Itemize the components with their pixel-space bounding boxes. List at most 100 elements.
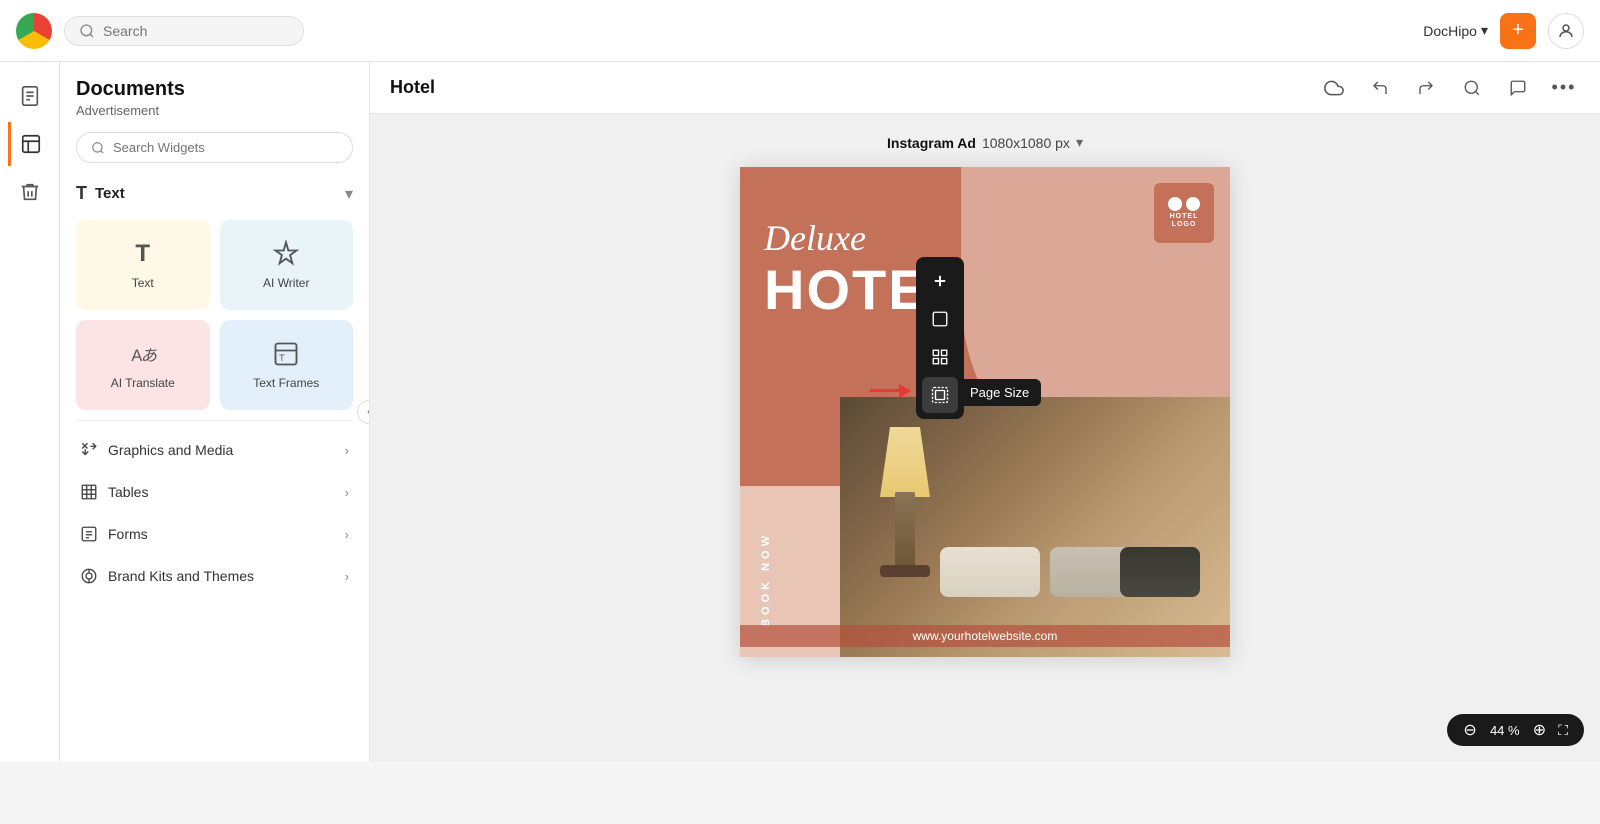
redo-button[interactable] <box>1410 72 1442 104</box>
sidebar-item-templates[interactable] <box>8 122 52 166</box>
top-bar: DocHipo ▾ + <box>0 0 1600 62</box>
page-size-tooltip: Page Size <box>958 379 1041 406</box>
undo-button[interactable] <box>1364 72 1396 104</box>
ai-translate-icon: Aあ <box>129 340 157 368</box>
tables-chevron: › <box>345 485 349 500</box>
frame-icon <box>931 310 949 328</box>
graphics-media-icon <box>80 441 98 459</box>
global-search-bar[interactable] <box>64 16 304 46</box>
hotel-logo: HOTELLOGO <box>1154 183 1214 243</box>
panel-subtitle: Advertisement <box>76 103 353 118</box>
user-icon <box>1557 22 1575 40</box>
trash-icon <box>19 181 41 203</box>
search-widgets-input[interactable] <box>113 140 313 155</box>
design-canvas-wrapper: HOTELLOGO Deluxe HOTEL <box>740 167 1230 657</box>
lamp-foot <box>880 565 930 577</box>
ft-frame-button[interactable] <box>922 301 958 337</box>
sidebar-item-trash[interactable] <box>8 170 52 214</box>
cloud-icon <box>1324 78 1344 98</box>
divider-1 <box>76 420 353 421</box>
bedroom-overlay <box>840 397 1230 657</box>
widget-ai-writer[interactable]: AI Writer <box>220 220 354 310</box>
search-widgets-icon <box>91 141 105 155</box>
ai-writer-label: AI Writer <box>263 276 309 290</box>
widget-ai-translate[interactable]: Aあ AI Translate <box>76 320 210 410</box>
zoom-level: 44 % <box>1485 723 1525 738</box>
pillow-1 <box>940 547 1040 597</box>
lamp-base <box>895 492 915 572</box>
pillow-3 <box>1120 547 1200 597</box>
text-section-header[interactable]: T Text ▾ <box>76 177 353 210</box>
fullscreen-button[interactable]: ⛶ <box>1554 722 1572 739</box>
logo-circle-2 <box>1186 197 1200 211</box>
menu-forms[interactable]: Forms › <box>76 513 353 555</box>
dochipo-menu[interactable]: DocHipo ▾ <box>1423 22 1488 39</box>
redo-icon <box>1417 79 1435 97</box>
global-search-input[interactable] <box>103 23 283 39</box>
zoom-out-button[interactable]: ⊖ <box>1459 720 1480 740</box>
graphics-media-chevron: › <box>345 443 349 458</box>
hotel-logo-text: HOTELLOGO <box>1170 213 1199 230</box>
ft-grid-button[interactable] <box>922 339 958 375</box>
arrow-indicator <box>870 389 910 392</box>
menu-graphics-media[interactable]: Graphics and Media › <box>76 429 353 471</box>
user-profile-button[interactable] <box>1548 13 1584 49</box>
document-icon <box>19 85 41 107</box>
forms-label: Forms <box>108 526 148 542</box>
forms-chevron: › <box>345 527 349 542</box>
main-layout: ‹ Documents Advertisement T Text ▾ T Tex… <box>0 62 1600 762</box>
brand-kits-icon <box>80 567 98 585</box>
text-section-label: Text <box>95 185 125 202</box>
website-url: www.yourhotelwebsite.com <box>740 625 1230 647</box>
undo-icon <box>1371 79 1389 97</box>
menu-tables[interactable]: Tables › <box>76 471 353 513</box>
zoom-in-button[interactable]: ⊕ <box>1529 720 1550 740</box>
lamp-shade <box>880 427 930 497</box>
text-section-T-icon: T <box>76 183 87 204</box>
more-options-button[interactable]: ••• <box>1548 72 1580 104</box>
bedroom-image <box>840 397 1230 657</box>
ai-writer-icon <box>272 240 300 268</box>
page-size-chevron: ▾ <box>1076 134 1083 151</box>
canvas-toolbar-right: ••• <box>1318 72 1580 104</box>
canvas-content: Instagram Ad 1080x1080 px ▾ <box>370 114 1600 762</box>
panel-title: Documents <box>76 78 353 101</box>
comments-button[interactable] <box>1502 72 1534 104</box>
search-widgets-bar[interactable] <box>76 132 353 163</box>
add-button[interactable]: + <box>1500 13 1536 49</box>
panel-collapse-button[interactable]: ‹ <box>357 400 370 424</box>
sidebar-item-new-doc[interactable] <box>8 74 52 118</box>
page-size-label: Instagram Ad <box>887 135 976 151</box>
menu-brand-kits[interactable]: Brand Kits and Themes › <box>76 555 353 597</box>
brand-kits-chevron: › <box>345 569 349 584</box>
tooltip-text: Page Size <box>970 385 1029 400</box>
canvas-area: Hotel ••• <box>370 62 1600 762</box>
cloud-save-button[interactable] <box>1318 72 1350 104</box>
widget-text[interactable]: T Text <box>76 220 210 310</box>
deluxe-heading: Deluxe <box>764 217 866 259</box>
search-canvas-icon <box>1463 79 1481 97</box>
comments-icon <box>1509 79 1527 97</box>
page-size-icon <box>931 386 949 404</box>
ft-page-size-button[interactable] <box>922 377 958 413</box>
tables-label: Tables <box>108 484 148 500</box>
page-size-selector[interactable]: Instagram Ad 1080x1080 px ▾ <box>887 134 1083 151</box>
design-canvas[interactable]: HOTELLOGO Deluxe HOTEL <box>740 167 1230 657</box>
forms-icon <box>80 525 98 543</box>
widget-text-frames[interactable]: T Text Frames <box>220 320 354 410</box>
left-panel: ‹ Documents Advertisement T Text ▾ T Tex… <box>60 62 370 762</box>
search-canvas-button[interactable] <box>1456 72 1488 104</box>
text-section-chevron: ▾ <box>345 184 353 204</box>
tables-icon <box>80 483 98 501</box>
dochipo-chevron: ▾ <box>1481 22 1488 39</box>
icon-bar <box>0 62 60 762</box>
page-size-value: 1080x1080 px <box>982 135 1070 151</box>
arrow-line <box>870 389 910 392</box>
widget-grid: T Text AI Writer Aあ AI Translate T Text … <box>76 220 353 410</box>
canvas-title: Hotel <box>390 77 435 98</box>
text-widget-label: Text <box>132 276 154 290</box>
logo-circle-1 <box>1168 197 1182 211</box>
dochipo-label: DocHipo <box>1423 23 1477 39</box>
ft-add-button[interactable] <box>922 263 958 299</box>
svg-text:T: T <box>279 353 285 363</box>
